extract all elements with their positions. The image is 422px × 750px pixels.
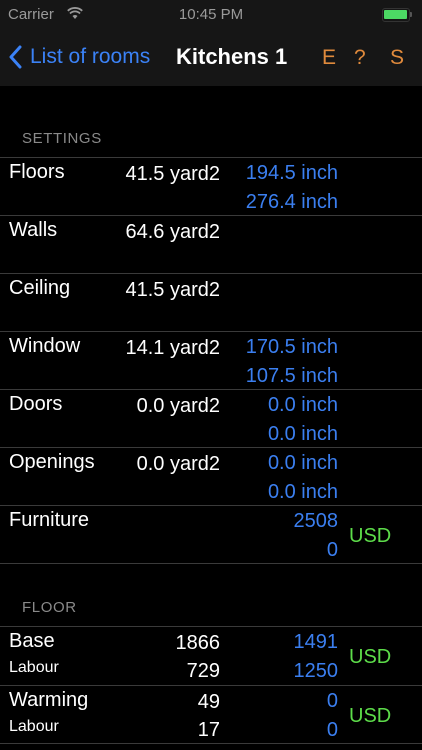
row-price-2: 1250 [293, 660, 339, 682]
row-price-2: 0 [326, 719, 338, 741]
settings-row-doors[interactable]: Doors 0.0 yard2 0.0 inch 0.0 inch [0, 390, 422, 448]
back-button[interactable]: List of rooms [8, 42, 150, 72]
row-quantity-2: 17 [197, 719, 220, 741]
row-area: 41.5 yard2 [125, 279, 220, 301]
row-dimension-1: 0.0 inch [267, 394, 338, 416]
row-price-1: 0 [326, 690, 338, 712]
chevron-left-icon [9, 45, 22, 69]
battery-icon [382, 8, 412, 22]
row-dimension-1: 0.0 inch [267, 452, 338, 474]
status-time: 10:45 PM [178, 6, 244, 23]
settings-button[interactable]: S [390, 46, 404, 70]
page-title: Kitchens 1 [176, 44, 288, 69]
divider [0, 743, 422, 744]
status-bar: Carrier 10:45 PM [0, 0, 422, 30]
row-dimension-2: 0.0 inch [267, 481, 338, 503]
back-button-label: List of rooms [30, 45, 151, 68]
row-label: Walls [9, 219, 58, 241]
row-label: Base [9, 630, 55, 652]
row-label: Ceiling [9, 277, 71, 299]
row-area: 64.6 yard2 [125, 221, 220, 243]
help-button[interactable]: ? [354, 46, 366, 70]
row-quantity-1: 1866 [175, 632, 221, 654]
edit-button[interactable]: E [322, 46, 336, 70]
settings-row-window[interactable]: Window 14.1 yard2 170.5 inch 107.5 inch [0, 332, 422, 390]
row-label: Window [9, 335, 81, 357]
row-sublabel: Labour [9, 718, 59, 735]
section-header-settings: SETTINGS [22, 130, 102, 147]
row-quantity-1: 49 [197, 691, 220, 713]
section-header-floor: FLOOR [22, 599, 77, 616]
row-dimension-1: 194.5 inch [245, 162, 338, 184]
row-area: 0.0 yard2 [136, 453, 220, 475]
row-label: Floors [9, 161, 65, 183]
row-price-1: 1491 [293, 631, 339, 653]
settings-row-openings[interactable]: Openings 0.0 yard2 0.0 inch 0.0 inch [0, 448, 422, 506]
row-dimension-1: 170.5 inch [245, 336, 338, 358]
currency-label: USD [349, 646, 392, 668]
floor-row-base[interactable]: Base Labour 1866 729 1491 1250 USD [0, 627, 422, 685]
row-area: 0.0 yard2 [136, 395, 220, 417]
settings-row-walls[interactable]: Walls 64.6 yard2 [0, 216, 422, 274]
row-area: 41.5 yard2 [125, 163, 220, 185]
row-area: 14.1 yard2 [125, 337, 220, 359]
row-sublabel: Labour [9, 659, 59, 676]
row-dimension-2: 0.0 inch [267, 423, 338, 445]
row-dimension-2: 107.5 inch [245, 365, 338, 387]
row-dimension-2: 276.4 inch [245, 191, 338, 213]
settings-row-ceiling[interactable]: Ceiling 41.5 yard2 [0, 274, 422, 332]
row-price-1: 2508 [293, 510, 339, 532]
row-label: Doors [9, 393, 63, 415]
navigation-bar: List of rooms Kitchens 1 E ? S [0, 30, 422, 86]
settings-row-floors[interactable]: Floors 41.5 yard2 194.5 inch 276.4 inch [0, 158, 422, 216]
row-price-2: 0 [326, 539, 338, 561]
row-label: Openings [9, 451, 95, 473]
floor-row-warming[interactable]: Warming Labour 49 17 0 0 USD [0, 686, 422, 744]
divider [0, 563, 422, 564]
row-quantity-2: 729 [186, 660, 220, 682]
row-label: Furniture [9, 509, 90, 531]
row-label: Warming [9, 689, 89, 711]
currency-label: USD [349, 705, 392, 727]
settings-row-furniture[interactable]: Furniture 2508 0 USD [0, 506, 422, 564]
currency-label: USD [349, 525, 392, 547]
